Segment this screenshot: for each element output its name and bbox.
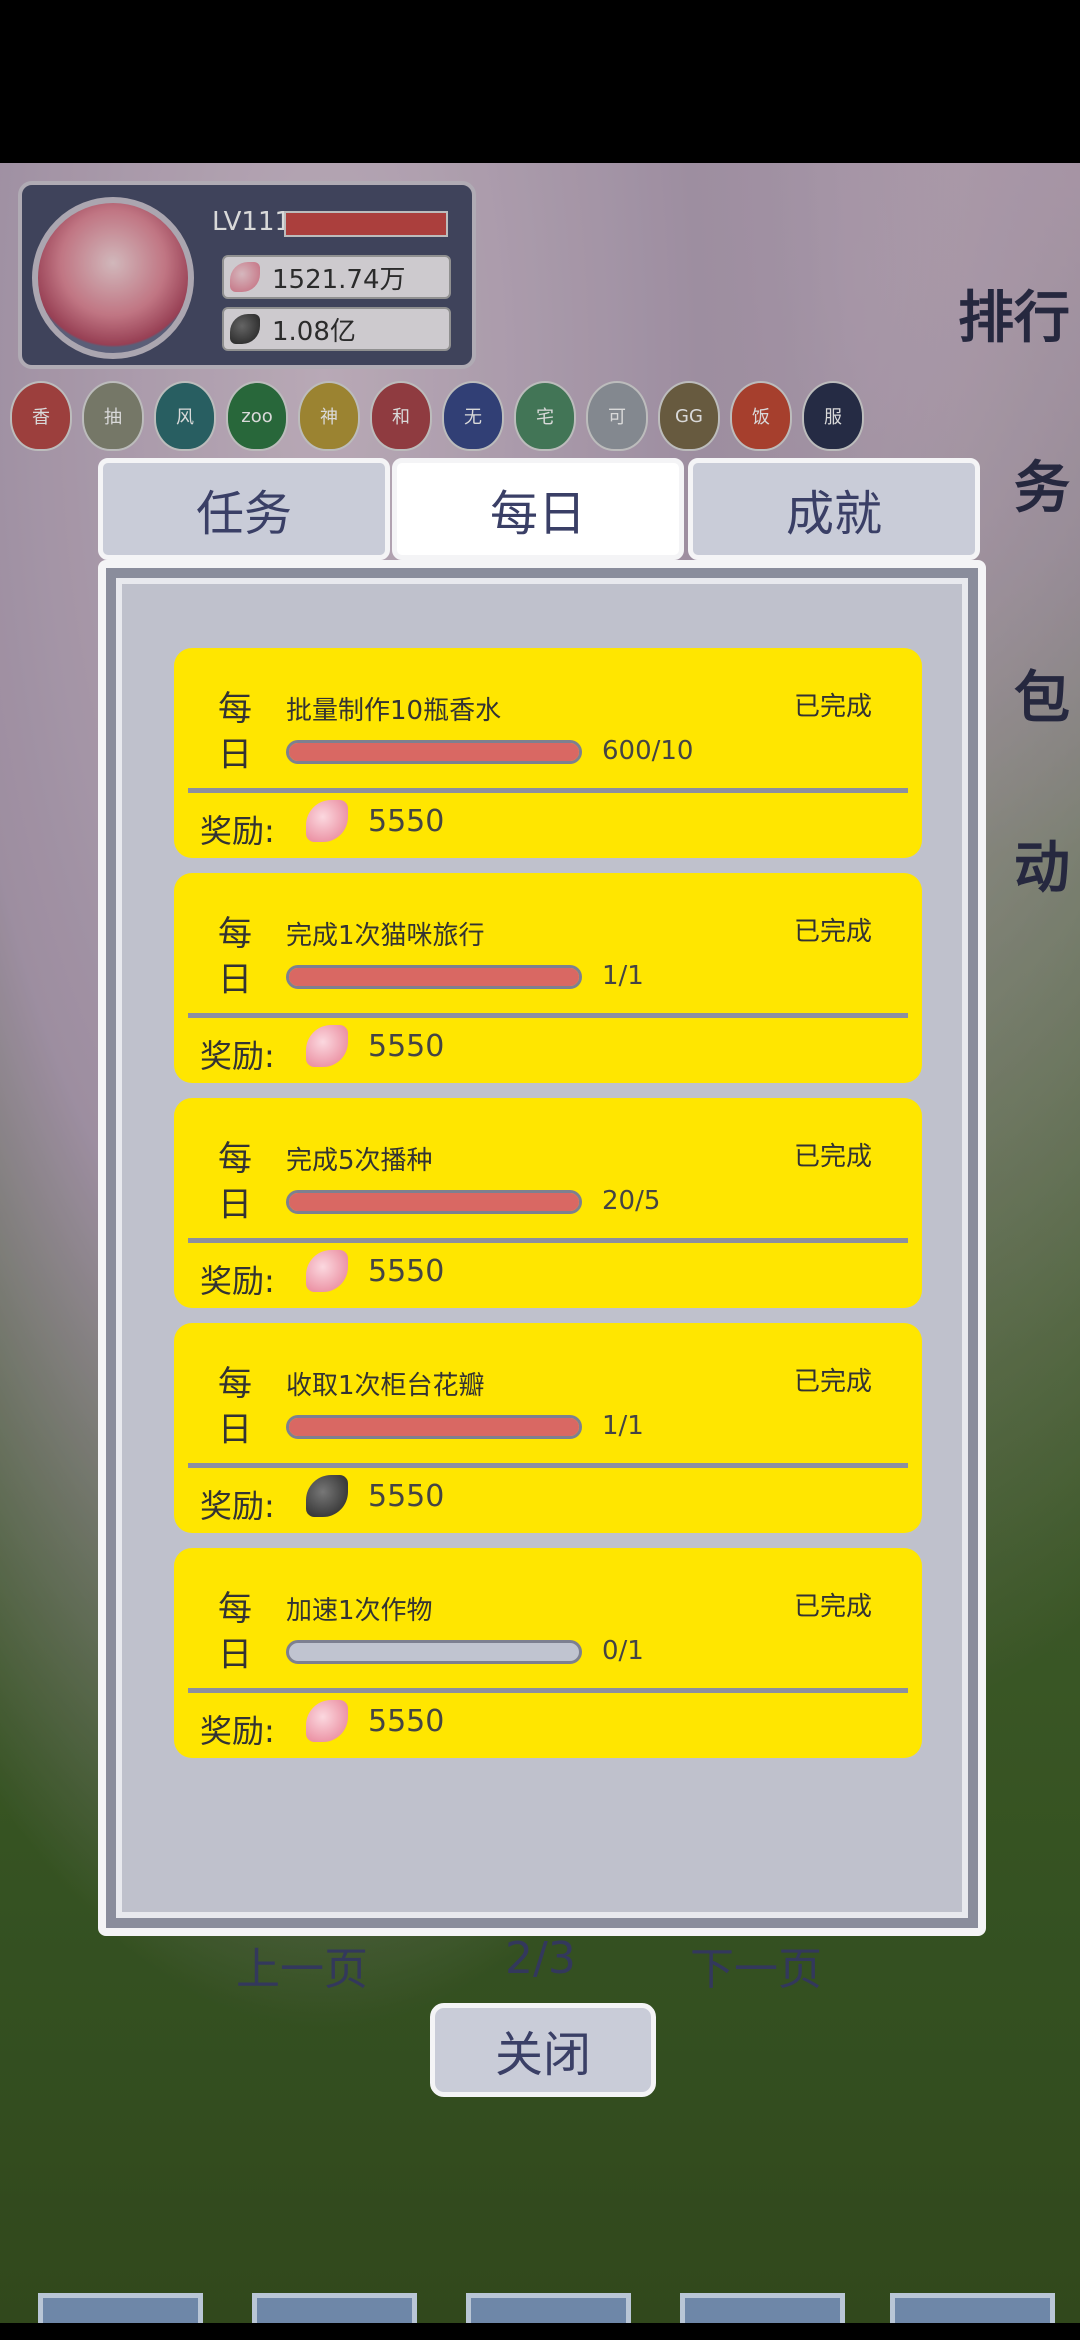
tab-achievement[interactable]: 成就	[688, 458, 980, 560]
pink-petal-icon	[306, 800, 348, 842]
quest-category: 每日	[218, 1139, 252, 1225]
divider	[188, 1688, 908, 1693]
quest-category: 每日	[218, 914, 252, 1000]
quest-card: 每日 完成1次猫咪旅行 已完成 1/1 奖励: 5550	[174, 873, 922, 1083]
close-button[interactable]: 关闭	[430, 2003, 656, 2097]
reward-value: 5550	[368, 1704, 445, 1739]
quest-status: 已完成	[793, 1142, 872, 1172]
reward-label: 奖励:	[200, 1037, 275, 1075]
quest-progress-bar	[286, 1190, 582, 1214]
tab-daily[interactable]: 每日	[392, 458, 684, 560]
quest-progress-text: 600/10	[602, 736, 694, 766]
progress-fill	[289, 968, 579, 986]
quest-progress-text: 0/1	[602, 1636, 644, 1666]
quest-progress-bar	[286, 1415, 582, 1439]
divider	[188, 788, 908, 793]
game-screen: LV111 1521.74万 1.08亿 香 抽 风 zoo 神 和 无 宅 可…	[0, 163, 1080, 2323]
progress-fill	[289, 1418, 579, 1436]
quest-category: 每日	[218, 1589, 252, 1675]
quest-panel: 每日 批量制作10瓶香水 已完成 600/10 奖励: 5550 每日 完成1次…	[98, 560, 986, 1936]
dark-petal-icon	[306, 1475, 348, 1517]
nav-counter[interactable]: 柜台	[890, 2293, 1055, 2323]
quest-title: 加速1次作物	[286, 1596, 433, 1626]
quest-status: 已完成	[793, 692, 872, 722]
divider	[188, 1238, 908, 1243]
quest-card: 每日 批量制作10瓶香水 已完成 600/10 奖励: 5550	[174, 648, 922, 858]
nav-market[interactable]: 集市	[38, 2293, 203, 2323]
quest-title: 完成1次猫咪旅行	[286, 921, 485, 951]
reward-label: 奖励:	[200, 1262, 275, 1300]
pink-petal-icon	[306, 1025, 348, 1067]
reward-value: 5550	[368, 1479, 445, 1514]
reward-label: 奖励:	[200, 1487, 275, 1525]
reward-value: 5550	[368, 804, 445, 839]
progress-fill	[289, 1193, 579, 1211]
next-page-button[interactable]: 下一页	[690, 1933, 822, 1997]
quest-category: 每日	[218, 689, 252, 775]
quest-category: 每日	[218, 1364, 252, 1450]
tab-task[interactable]: 任务	[98, 458, 390, 560]
quest-card: 每日 完成5次播种 已完成 20/5 奖励: 5550	[174, 1098, 922, 1308]
divider	[188, 1463, 908, 1468]
quest-progress-text: 1/1	[602, 1411, 644, 1441]
reward-label: 奖励:	[200, 812, 275, 850]
quest-progress-bar	[286, 1640, 582, 1664]
pink-petal-icon	[306, 1250, 348, 1292]
nav-warehouse[interactable]: 库房	[252, 2293, 417, 2323]
quest-title: 收取1次柜台花瓣	[286, 1371, 485, 1401]
reward-value: 5550	[368, 1029, 445, 1064]
page-indicator: 2/3	[505, 1933, 576, 1984]
pink-petal-icon	[306, 1700, 348, 1742]
quest-card: 每日 加速1次作物 已完成 0/1 奖励: 5550	[174, 1548, 922, 1758]
quest-progress-text: 1/1	[602, 961, 644, 991]
quest-title: 完成5次播种	[286, 1146, 433, 1176]
reward-label: 奖励:	[200, 1712, 275, 1750]
quest-progress-text: 20/5	[602, 1186, 661, 1216]
nav-garden[interactable]: 花园	[466, 2293, 631, 2323]
nav-perfumery[interactable]: 调香	[680, 2293, 845, 2323]
quest-status: 已完成	[793, 917, 872, 947]
quest-progress-bar	[286, 965, 582, 989]
quest-title: 批量制作10瓶香水	[286, 696, 502, 726]
quest-card: 每日 收取1次柜台花瓣 已完成 1/1 奖励: 5550	[174, 1323, 922, 1533]
prev-page-button[interactable]: 上一页	[236, 1933, 368, 1997]
reward-value: 5550	[368, 1254, 445, 1289]
quest-status: 已完成	[793, 1592, 872, 1622]
divider	[188, 1013, 908, 1018]
progress-fill	[289, 743, 579, 761]
quest-status: 已完成	[793, 1367, 872, 1397]
quest-progress-bar	[286, 740, 582, 764]
